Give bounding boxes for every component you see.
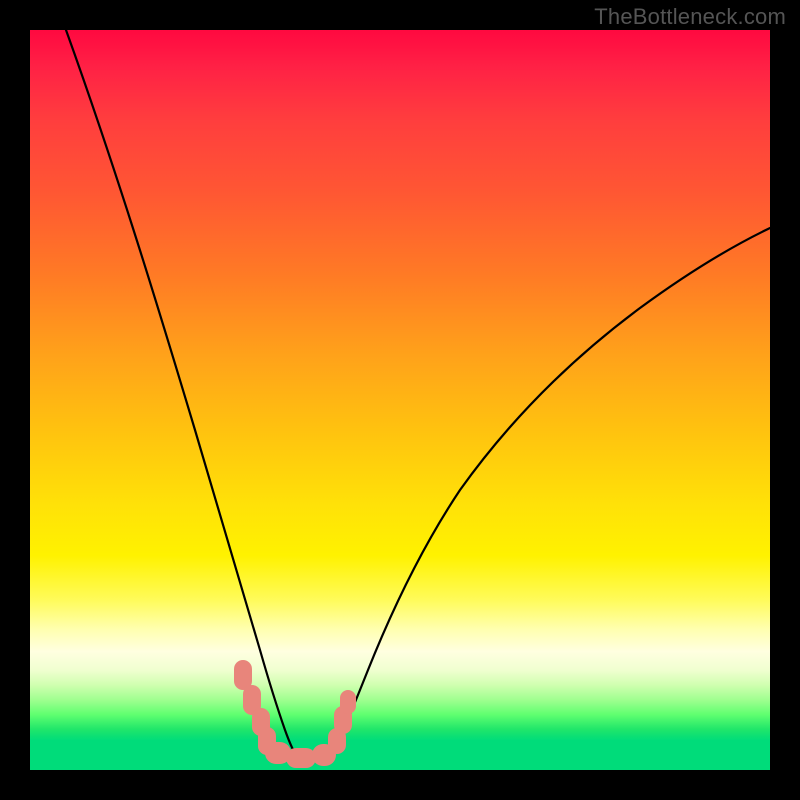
right-curve (330, 228, 770, 758)
chart-curves-svg (30, 30, 770, 770)
left-curve (66, 30, 298, 758)
chart-plot-area (30, 30, 770, 770)
watermark-text: TheBottleneck.com (594, 4, 786, 30)
bottom-marker-band (234, 660, 356, 768)
